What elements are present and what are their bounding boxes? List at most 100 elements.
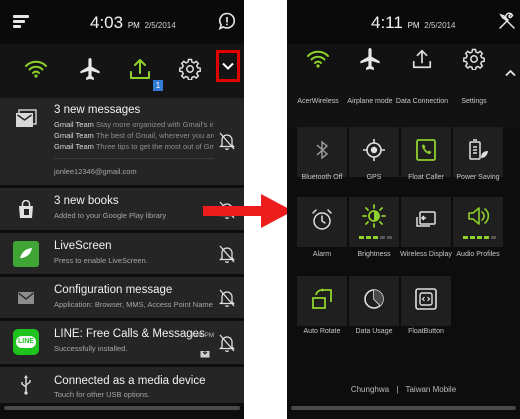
tile-label: Brightness (357, 251, 391, 258)
toggle-label: Airplane mode (347, 98, 393, 105)
install-icon (200, 345, 210, 363)
notification-title: Connected as a media device (54, 375, 206, 387)
notification-usb[interactable]: Connected as a media device Touch for ot… (0, 367, 244, 403)
carrier-name: Taiwan Mobile (405, 385, 457, 394)
brightness-icon (362, 203, 386, 233)
clock-time: 4:03 (90, 13, 124, 32)
clock-date: 2/5/2014 (424, 21, 456, 30)
message-snippet: The best of Gmail, wherever you are (95, 131, 214, 140)
power-saving-tile[interactable] (453, 127, 503, 177)
notification-subtitle: Touch for other USB options. (54, 390, 150, 399)
clock-time: 4:11 (371, 13, 403, 32)
brightness-tile[interactable] (349, 197, 399, 247)
quick-toggle-row: 1 (0, 44, 244, 98)
airplane-icon (79, 57, 101, 86)
notification-subtitle: Press to enable LiveScreen. (54, 256, 148, 265)
float-caller-icon (414, 138, 438, 167)
notification-livescreen[interactable]: LiveScreen Press to enable LiveScreen. (0, 233, 244, 275)
rotate-icon (310, 287, 334, 316)
drag-handle[interactable] (291, 406, 516, 410)
auto-rotate-tile[interactable] (297, 276, 347, 326)
transition-arrow-icon (203, 194, 293, 228)
clock-ampm: PM (127, 21, 140, 30)
data-connection-toggle[interactable]: 1 (118, 44, 163, 98)
notification-title: LiveScreen (54, 240, 112, 252)
livescreen-icon (13, 241, 39, 267)
float-caller-tile[interactable] (401, 127, 451, 177)
data-connection-toggle[interactable] (397, 44, 447, 78)
message-sender: Gmail Team (54, 142, 94, 151)
notification-time: 3:45 PM (190, 332, 215, 339)
divider (54, 158, 214, 159)
gmail-message-row: Gmail Team Three tips to get the most ou… (54, 142, 214, 151)
airplane-toggle[interactable] (68, 44, 112, 98)
tools-icon[interactable] (498, 12, 516, 35)
wifi-toggle[interactable] (293, 44, 343, 78)
line-app-icon: LINE (13, 329, 39, 355)
notification-configuration[interactable]: Configuration message Application: Brows… (0, 277, 244, 319)
gmail-message-row: Gmail Team Stay more organized with Gmai… (54, 120, 214, 129)
gear-icon (179, 58, 201, 85)
wifi-toggle[interactable] (14, 44, 58, 98)
tile-label: FloatButton (408, 328, 444, 335)
message-snippet: Three tips to get the most out of Gmail (95, 142, 214, 151)
feedback-icon[interactable] (218, 12, 236, 31)
carrier-separator: | (396, 385, 399, 394)
chevron-up-icon[interactable] (505, 64, 516, 82)
gps-tile[interactable] (349, 127, 399, 177)
mute-bell-icon[interactable] (216, 287, 238, 309)
settings-toggle[interactable] (449, 44, 499, 78)
airplane-toggle[interactable] (345, 44, 395, 78)
shopping-bag-icon (13, 197, 39, 223)
tile-label: Wireless Display (400, 251, 452, 258)
drag-handle[interactable] (4, 406, 240, 410)
mute-bell-icon[interactable] (216, 332, 238, 354)
battery-leaf-icon (467, 138, 489, 167)
clock-ampm: PM (407, 21, 420, 30)
notification-line[interactable]: LINE LINE: Free Calls & Messages Success… (0, 321, 244, 365)
notification-title: Configuration message (54, 284, 173, 296)
data-usage-tile[interactable] (349, 276, 399, 326)
toggle-label: Settings (461, 98, 487, 105)
settings-toggle[interactable] (170, 44, 210, 98)
gmail-message-row: Gmail Team The best of Gmail, wherever y… (54, 131, 214, 140)
carrier-info: Chunghwa | Taiwan Mobile (287, 385, 520, 394)
notification-subtitle: Successfully installed. (54, 344, 128, 353)
wifi-icon (306, 49, 330, 74)
gmail-account: jonlee12346@gmail.com (54, 167, 137, 176)
clock: 4:11 PM 2/5/2014 (371, 13, 455, 33)
bluetooth-icon (315, 139, 329, 165)
expand-toggles-button[interactable] (216, 50, 240, 82)
brightness-level-indicator (359, 236, 392, 239)
mute-bell-icon[interactable] (216, 243, 238, 265)
wireless-display-tile[interactable] (401, 197, 451, 247)
usb-icon (13, 372, 39, 398)
tile-label: Data Usage (355, 328, 393, 335)
audio-profiles-tile[interactable] (453, 197, 503, 247)
quick-settings-screen: 4:11 PM 2/5/2014 AcerWireless Airplane m… (287, 0, 520, 419)
airplane-icon (359, 47, 381, 76)
notification-title: 3 new messages (54, 104, 141, 116)
line-logo-text: LINE (16, 336, 36, 348)
status-bar: 4:03 PM 2/5/2014 (0, 0, 244, 44)
mute-bell-icon[interactable] (216, 130, 238, 152)
chevron-down-icon (222, 57, 234, 75)
gmail-icon (13, 106, 39, 132)
tile-label: Float Caller (408, 174, 444, 181)
alarm-tile[interactable] (297, 197, 347, 247)
quick-toggle-row: AcerWireless Airplane mode Data Connecti… (287, 44, 520, 128)
cast-display-icon (414, 209, 438, 236)
notification-gmail[interactable]: 3 new messages Gmail Team Stay more orga… (0, 98, 244, 186)
float-button-tile[interactable] (401, 276, 451, 326)
carrier-name: Chunghwa (350, 385, 390, 394)
tile-label: Bluetooth Off (301, 174, 343, 181)
float-button-icon (414, 287, 438, 316)
menu-icon[interactable] (13, 13, 31, 29)
notification-subtitle: Added to your Google Play library (54, 211, 167, 220)
volume-level-indicator (463, 236, 496, 239)
tile-label: GPS (366, 174, 382, 181)
bluetooth-tile[interactable] (297, 127, 347, 177)
clock-date: 2/5/2014 (144, 21, 176, 30)
envelope-icon (13, 285, 39, 311)
notification-subtitle: Application: Browser, MMS, Access Point … (54, 300, 213, 309)
